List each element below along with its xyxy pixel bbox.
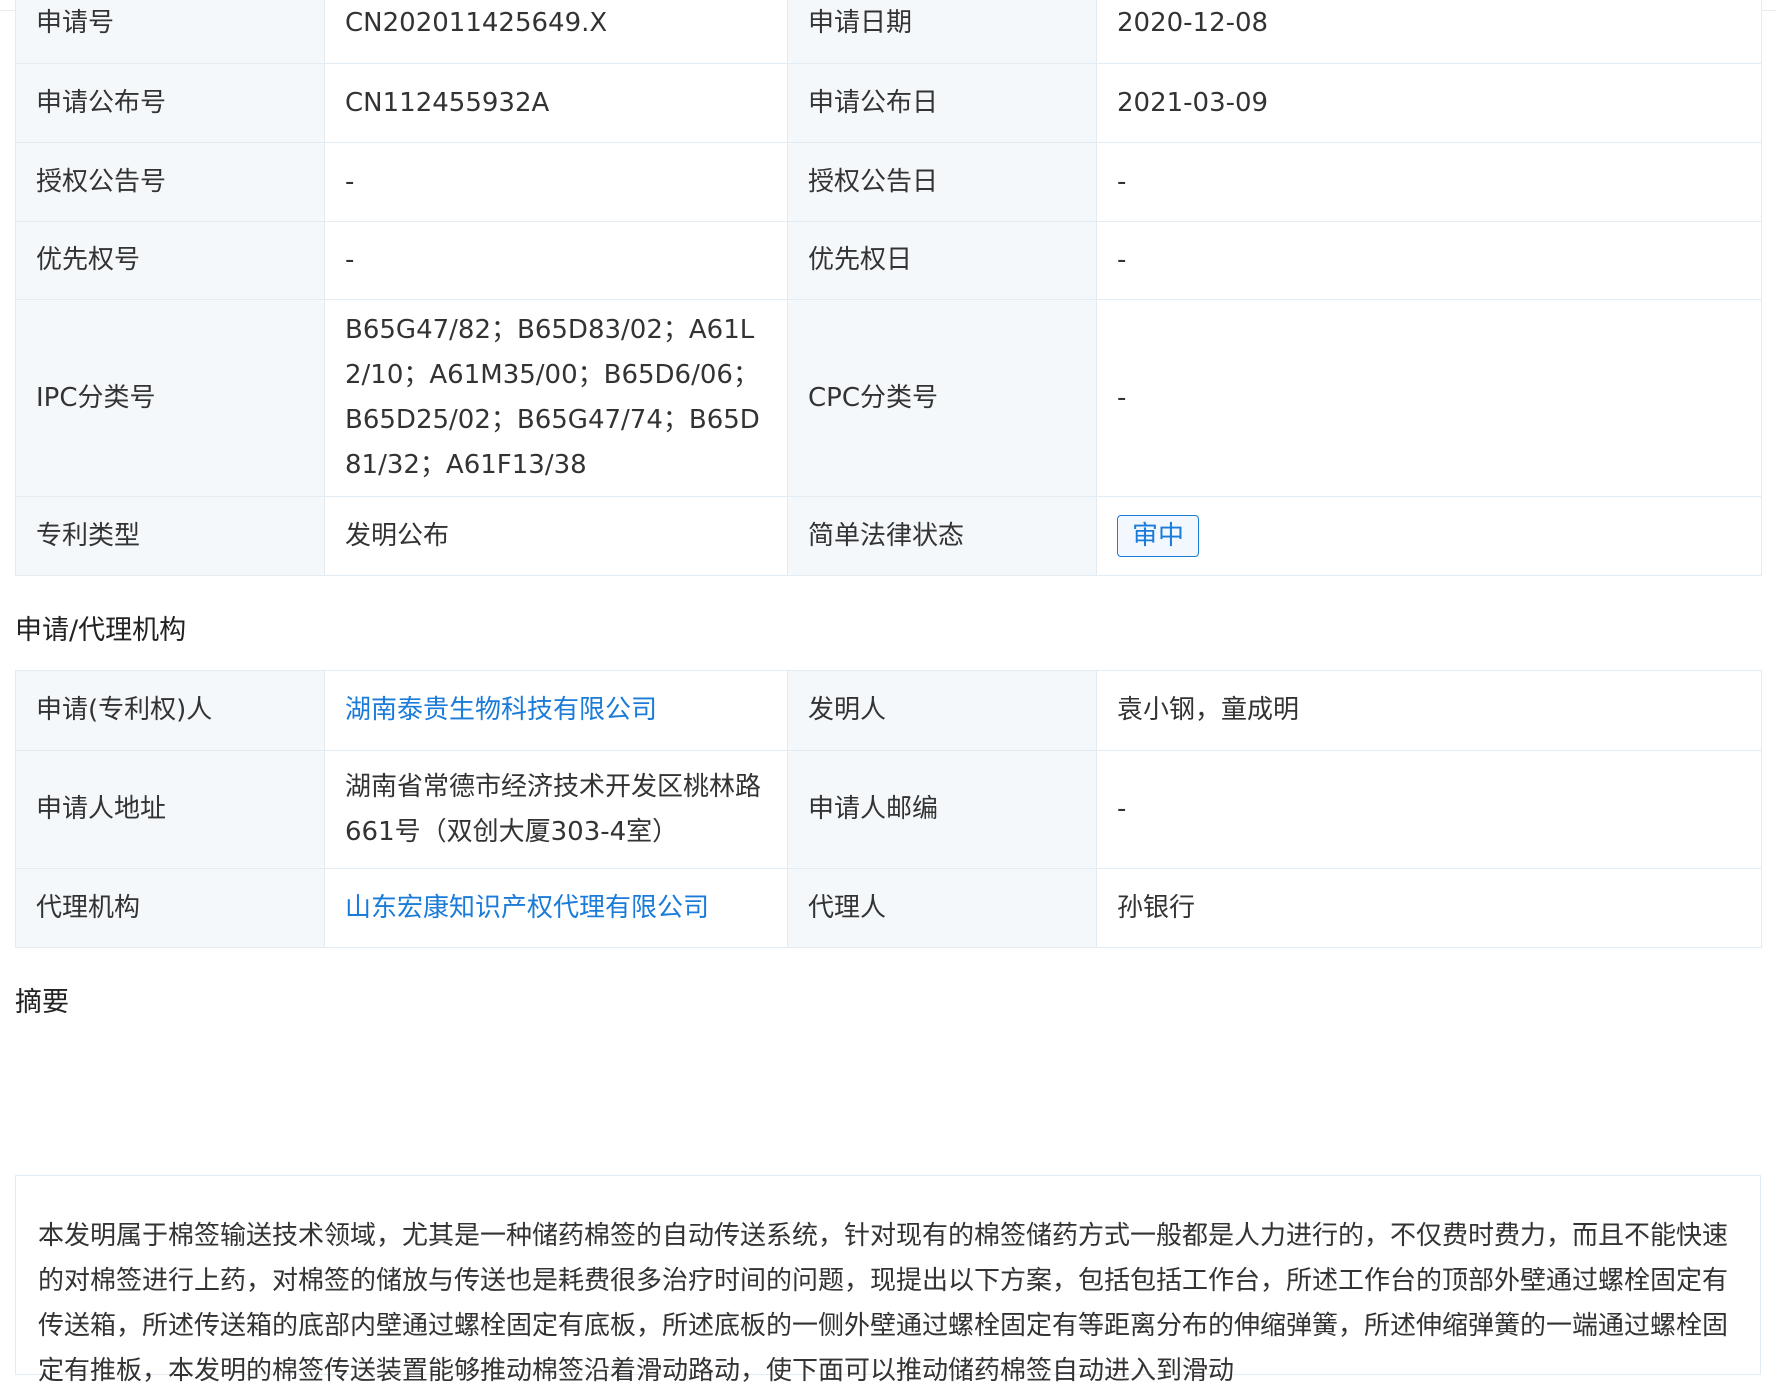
grant-date-label: 授权公告日	[787, 142, 1097, 222]
priority-date-value: -	[1096, 221, 1762, 300]
legal-status-badge: 审中	[1117, 514, 1200, 557]
priority-no-label: 优先权号	[15, 221, 325, 300]
priority-date-label: 优先权日	[787, 221, 1097, 300]
grant-no-label: 授权公告号	[15, 142, 325, 222]
agency-table: 申请(专利权)人 湖南泰贵生物科技有限公司 发明人 袁小钢，童成明 申请人地址 …	[15, 670, 1762, 948]
table-row: 申请号 CN202011425649.X 申请日期 2020-12-08	[15, 0, 1762, 64]
agency-label: 代理机构	[15, 868, 325, 948]
address-label: 申请人地址	[15, 750, 325, 869]
app-no-label: 申请号	[15, 0, 325, 64]
table-row: IPC分类号 B65G47/82；B65D83/02；A61L2/10；A61M…	[15, 299, 1762, 497]
address-value: 湖南省常德市经济技术开发区桃林路661号（双创大厦303-4室）	[324, 750, 788, 869]
ipc-value: B65G47/82；B65D83/02；A61L2/10；A61M35/00；B…	[324, 299, 788, 497]
zip-value: -	[1096, 750, 1762, 869]
table-row: 代理机构 山东宏康知识产权代理有限公司 代理人 孙银行	[15, 868, 1762, 948]
type-label: 专利类型	[15, 496, 325, 576]
app-date-label: 申请日期	[787, 0, 1097, 64]
legal-status-cell: 审中	[1096, 496, 1762, 576]
legal-status-label: 简单法律状态	[787, 496, 1097, 576]
zip-label: 申请人邮编	[787, 750, 1097, 869]
table-row: 申请(专利权)人 湖南泰贵生物科技有限公司 发明人 袁小钢，童成明	[15, 670, 1762, 751]
applicant-label: 申请(专利权)人	[15, 670, 325, 751]
type-value: 发明公布	[324, 496, 788, 576]
grant-no-value: -	[324, 142, 788, 222]
table-row: 专利类型 发明公布 简单法律状态 审中	[15, 496, 1762, 576]
abstract-box: 本发明属于棉签输送技术领域，尤其是一种储药棉签的自动传送系统，针对现有的棉签储药…	[15, 1175, 1761, 1386]
app-no-value: CN202011425649.X	[324, 0, 788, 64]
cpc-label: CPC分类号	[787, 299, 1097, 497]
applicant-cell: 湖南泰贵生物科技有限公司	[324, 670, 788, 751]
agency-cell: 山东宏康知识产权代理有限公司	[324, 868, 788, 948]
inventor-value: 袁小钢，童成明	[1096, 670, 1762, 751]
table-row: 申请人地址 湖南省常德市经济技术开发区桃林路661号（双创大厦303-4室） 申…	[15, 750, 1762, 869]
agent-value: 孙银行	[1096, 868, 1762, 948]
pub-date-label: 申请公布日	[787, 63, 1097, 143]
ipc-label: IPC分类号	[15, 299, 325, 497]
inventor-label: 发明人	[787, 670, 1097, 751]
agency-link[interactable]: 山东宏康知识产权代理有限公司	[345, 893, 709, 923]
applicant-link[interactable]: 湖南泰贵生物科技有限公司	[345, 695, 657, 725]
basic-info-table: 申请号 CN202011425649.X 申请日期 2020-12-08 申请公…	[15, 0, 1762, 576]
agency-section-title: 申请/代理机构	[15, 615, 187, 646]
abstract-text: 本发明属于棉签输送技术领域，尤其是一种储药棉签的自动传送系统，针对现有的棉签储药…	[38, 1221, 1729, 1386]
agent-label: 代理人	[787, 868, 1097, 948]
table-row: 申请公布号 CN112455932A 申请公布日 2021-03-09	[15, 63, 1762, 143]
priority-no-value: -	[324, 221, 788, 300]
table-row: 优先权号 - 优先权日 -	[15, 221, 1762, 300]
grant-date-value: -	[1096, 142, 1762, 222]
pub-no-label: 申请公布号	[15, 63, 325, 143]
table-row: 授权公告号 - 授权公告日 -	[15, 142, 1762, 222]
pub-no-value: CN112455932A	[324, 63, 788, 143]
app-date-value: 2020-12-08	[1096, 0, 1762, 64]
pub-date-value: 2021-03-09	[1096, 63, 1762, 143]
abstract-section-title: 摘要	[15, 987, 69, 1018]
cpc-value: -	[1096, 299, 1762, 497]
